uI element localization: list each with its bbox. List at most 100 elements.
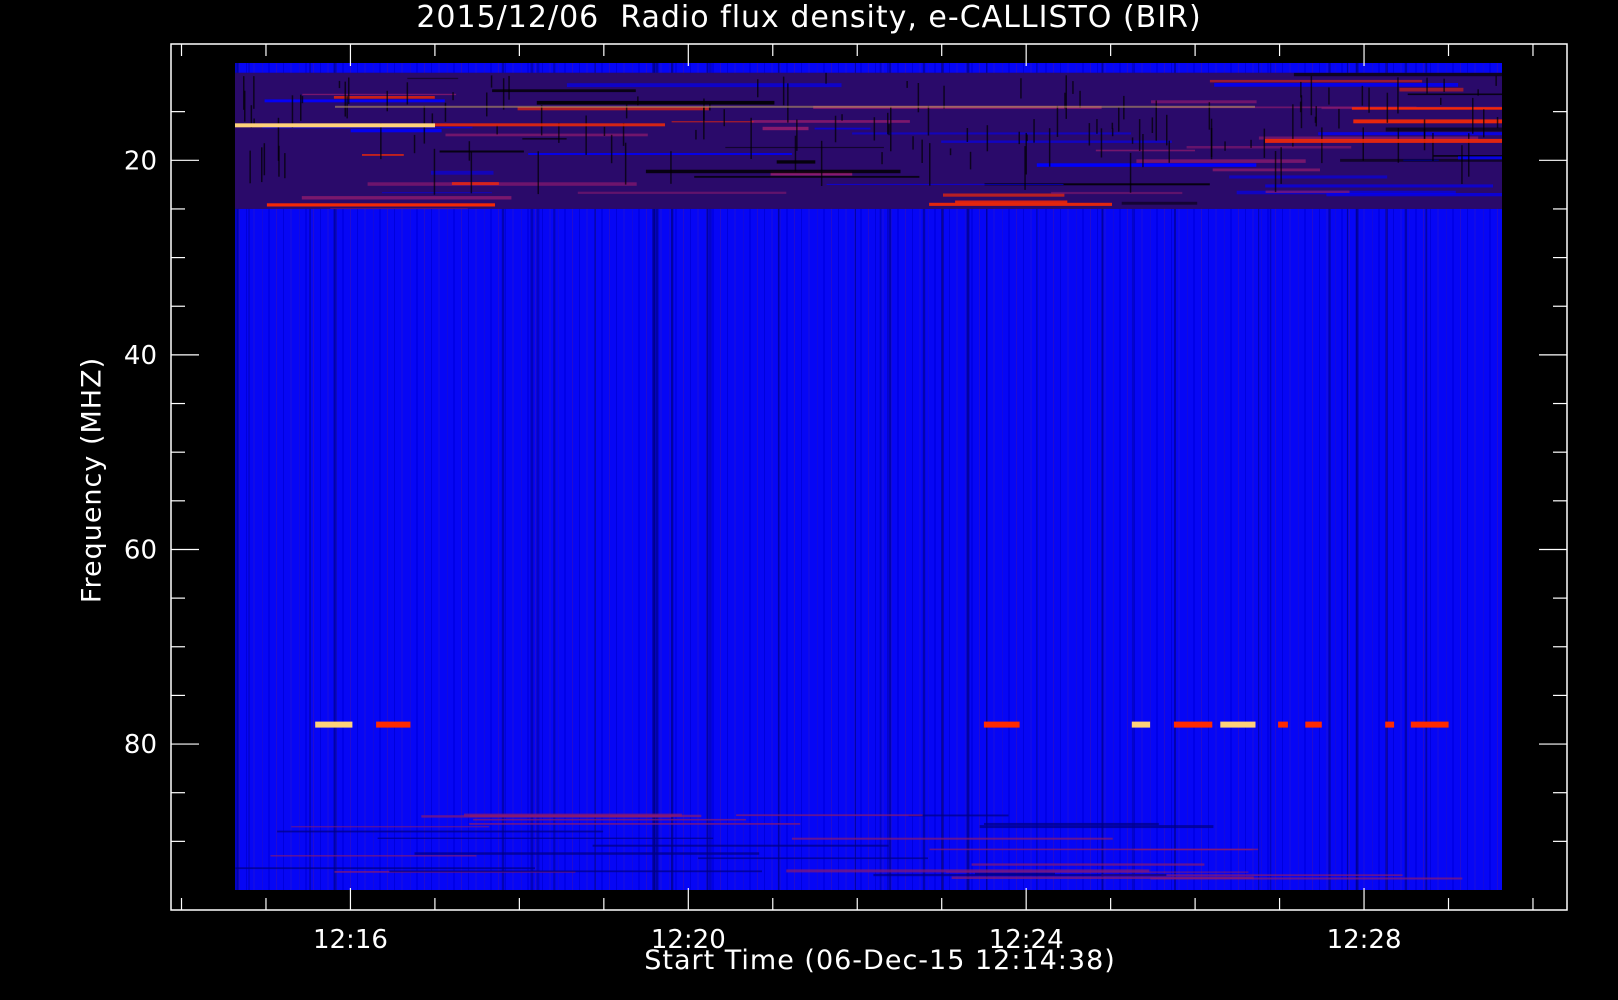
band-speckle — [1111, 128, 1114, 137]
band-speckle — [1020, 78, 1022, 99]
interference-mark — [1220, 721, 1256, 728]
band-row — [451, 182, 499, 185]
band-speckle — [1477, 89, 1479, 96]
band-row — [929, 202, 1112, 206]
band-speckle — [757, 79, 759, 98]
band-speckle — [1048, 128, 1051, 167]
band-speckle — [1263, 128, 1266, 158]
y-tick-label: 80 — [124, 730, 157, 760]
band-row — [302, 93, 457, 96]
band-speckle — [670, 151, 672, 184]
band-speckle — [890, 106, 892, 152]
band-speckle — [470, 151, 473, 194]
band-speckle — [1138, 119, 1141, 151]
band-row — [814, 127, 871, 130]
band-speckle — [1280, 147, 1282, 184]
band-speckle — [906, 81, 908, 88]
band-speckle — [1033, 119, 1035, 143]
band-speckle — [1129, 152, 1132, 193]
band-row — [1385, 127, 1502, 132]
band-row — [367, 182, 637, 186]
band-speckle — [406, 82, 409, 105]
band-speckle — [750, 117, 752, 159]
band-speckle — [1131, 137, 1134, 144]
band-row — [941, 140, 1172, 143]
band-speckle — [433, 148, 436, 195]
band-speckle — [1018, 131, 1020, 145]
band-speckle — [912, 136, 914, 150]
band-speckle — [1321, 127, 1323, 164]
band-row — [694, 175, 920, 178]
band-row — [536, 100, 775, 105]
band-speckle — [344, 81, 346, 117]
band-speckle — [624, 142, 627, 185]
band-speckle — [1024, 146, 1026, 190]
band-speckle — [1079, 90, 1081, 108]
band-speckle — [468, 141, 471, 161]
band-row — [330, 208, 468, 210]
band-speckle — [1440, 97, 1442, 105]
spectrogram-area — [235, 63, 1502, 890]
spectrogram-chart: 12:16 12:20 12:24 12:2820406080 — [124, 43, 1568, 955]
band-row — [1212, 168, 1320, 172]
band-row — [439, 150, 524, 153]
band-speckle — [695, 129, 697, 140]
band-speckle — [622, 123, 625, 146]
low-band-row — [277, 830, 604, 833]
band-row — [1151, 100, 1257, 104]
bright-line — [335, 105, 1255, 108]
band-speckle — [540, 105, 543, 136]
band-speckle — [380, 123, 382, 160]
band-speckle — [1072, 81, 1074, 94]
band-speckle — [929, 143, 931, 186]
y-tick-label: 60 — [124, 535, 157, 565]
band-speckle — [1300, 81, 1302, 98]
band-row — [1209, 79, 1423, 83]
band-speckle — [1168, 140, 1170, 163]
band-speckle — [834, 115, 837, 143]
band-speckle — [253, 76, 255, 109]
y-tick-label: 20 — [124, 146, 157, 176]
band-row — [762, 126, 809, 131]
band-speckle — [1111, 122, 1114, 129]
band-speckle — [787, 83, 789, 123]
band-row — [407, 77, 459, 80]
band-speckle — [1166, 114, 1168, 146]
band-speckle — [1328, 87, 1330, 105]
band-speckle — [1224, 141, 1226, 151]
band-row — [492, 89, 636, 93]
band-speckle — [888, 124, 890, 136]
band-speckle — [386, 90, 388, 112]
band-speckle — [1386, 92, 1389, 123]
band-row — [577, 191, 787, 194]
x-axis-label: Start Time (06-Dec-15 12:14:38) — [644, 945, 1116, 976]
low-band-row — [469, 823, 801, 825]
interference-mark — [1410, 721, 1449, 728]
band-speckle — [825, 72, 827, 84]
low-band-row — [592, 844, 889, 847]
band-row — [350, 129, 442, 133]
low-band-row — [698, 857, 928, 860]
band-speckle — [966, 128, 969, 142]
band-speckle — [1065, 75, 1067, 119]
band-speckle — [1483, 109, 1485, 138]
band-speckle — [413, 134, 416, 154]
band-speckle — [261, 147, 263, 183]
band-row — [528, 153, 792, 155]
band-speckle — [338, 80, 341, 89]
band-speckle — [1461, 145, 1463, 184]
band-speckle — [1361, 85, 1364, 106]
band-speckle — [1096, 119, 1098, 134]
band-speckle — [841, 114, 843, 121]
band-speckle — [723, 109, 725, 127]
band-speckle — [703, 98, 705, 121]
interference-mark — [1385, 721, 1395, 728]
band-speckle — [1397, 77, 1399, 114]
band-speckle — [873, 117, 876, 141]
band-speckle — [490, 75, 493, 88]
band-row — [1353, 119, 1502, 124]
band-speckle — [969, 151, 972, 170]
y-axis-label: Frequency (MHZ) — [76, 356, 108, 604]
band-speckle — [986, 125, 989, 152]
band-row — [1407, 93, 1502, 96]
